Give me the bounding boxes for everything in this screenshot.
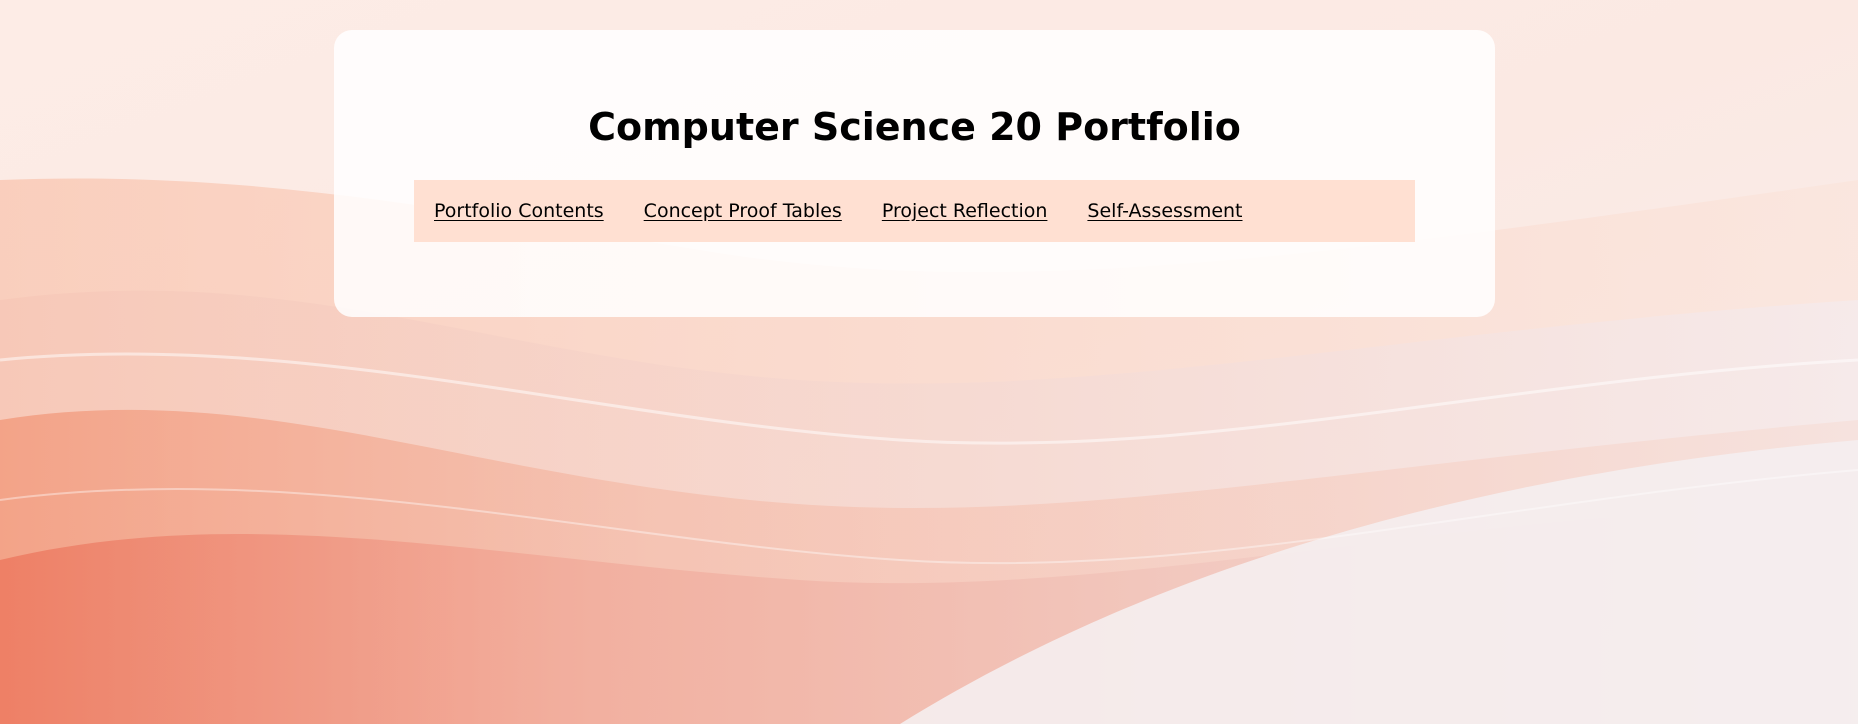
nav-link-project-reflection[interactable]: Project Reflection <box>882 200 1048 222</box>
nav-link-portfolio-contents[interactable]: Portfolio Contents <box>434 200 604 222</box>
content-card: Computer Science 20 Portfolio Portfolio … <box>334 30 1495 317</box>
nav-link-self-assessment[interactable]: Self-Assessment <box>1087 200 1242 222</box>
page-title: Computer Science 20 Portfolio <box>588 105 1241 149</box>
nav-bar: Portfolio Contents Concept Proof Tables … <box>414 180 1415 242</box>
nav-link-concept-proof-tables[interactable]: Concept Proof Tables <box>644 200 842 222</box>
